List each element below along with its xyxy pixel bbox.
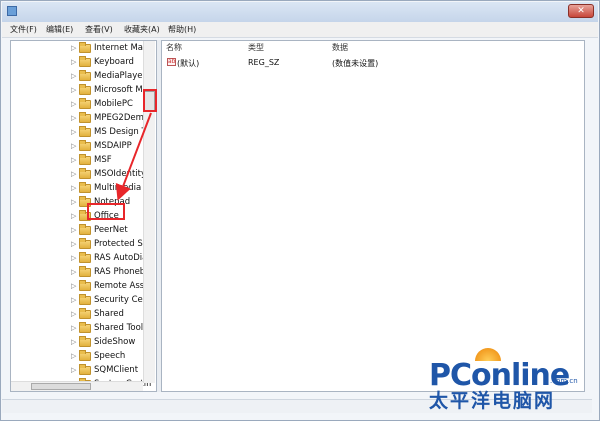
regedit-window: ✕ 文件(F) 编辑(E) 查看(V) 收藏夹(A) 帮助(H) ▷ Intern… — [0, 0, 600, 421]
watermark-domain: .com.cn — [550, 377, 578, 385]
watermark-chinese: 太平洋电脑网 — [429, 390, 556, 412]
